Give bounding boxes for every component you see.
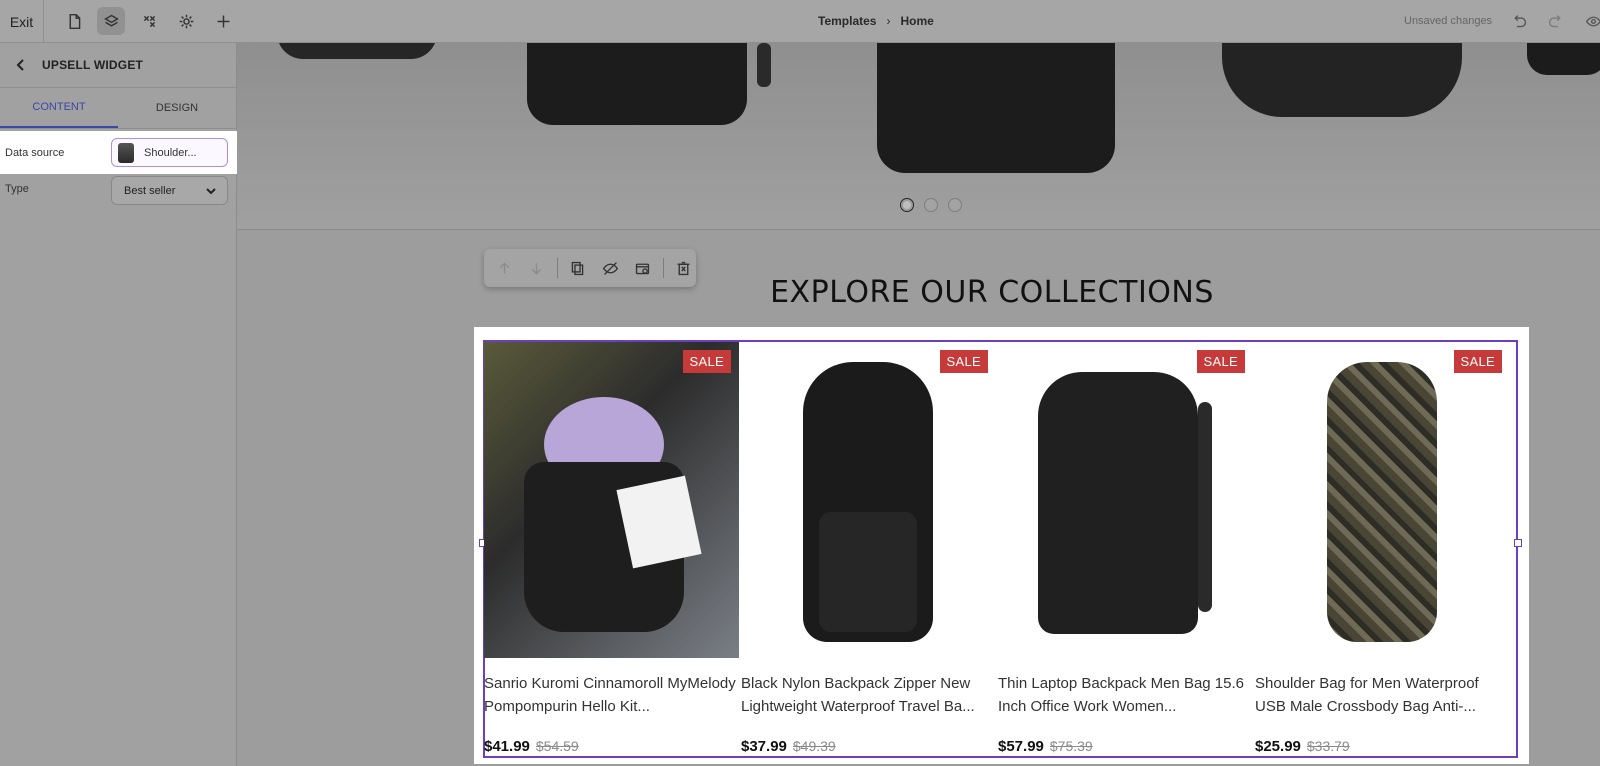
product-name[interactable]: Sanrio Kuromi Cinnamoroll MyMelody Pompo…	[484, 672, 736, 718]
section-title: EXPLORE OUR COLLECTIONS	[770, 275, 1214, 310]
slider-dot[interactable]	[923, 198, 938, 212]
page-icon[interactable]	[60, 7, 88, 35]
breadcrumb-home: Home	[900, 14, 934, 28]
top-bar: Exit Templates › Home Unsaved changes	[0, 0, 1600, 43]
breadcrumb: Templates › Home	[818, 14, 934, 28]
sale-badge: SALE	[682, 350, 731, 373]
sale-badge: SALE	[1196, 350, 1245, 373]
price-current: $41.99	[484, 738, 530, 755]
product-price: $41.99 $54.59	[484, 738, 579, 755]
slider-dot[interactable]	[899, 198, 914, 212]
type-value: Best seller	[124, 184, 176, 197]
panel-title: UPSELL WIDGET	[42, 58, 144, 72]
sale-badge: SALE	[939, 350, 988, 373]
hero-bag-image	[1527, 43, 1600, 75]
undo-icon[interactable]	[1508, 10, 1530, 32]
product-card[interactable]: SALE Sanrio Kuromi Cinnamoroll MyMelody …	[484, 342, 739, 762]
panel-header: UPSELL WIDGET	[0, 43, 236, 88]
slider-dots	[237, 198, 1600, 212]
breadcrumb-templates[interactable]: Templates	[818, 14, 876, 28]
data-source-value: Shoulder...	[144, 146, 197, 159]
backpack-pocket	[819, 512, 917, 632]
sling-bag-shape	[1327, 362, 1437, 642]
product-price: $57.99 $75.39	[998, 738, 1093, 755]
product-name[interactable]: Shoulder Bag for Men Waterproof USB Male…	[1255, 672, 1507, 718]
type-select[interactable]: Best seller	[111, 176, 228, 205]
product-image	[1255, 342, 1510, 658]
price-current: $25.99	[1255, 738, 1301, 755]
editor-canvas: EXPLORE OUR COLLECTIONS SALE Sanrio Kuro…	[237, 43, 1600, 766]
settings-panel: UPSELL WIDGET CONTENT DESIGN Data source…	[0, 43, 237, 766]
card-tag-shape	[616, 475, 702, 569]
tab-design[interactable]: DESIGN	[118, 88, 236, 128]
backpack-shape	[1038, 372, 1198, 634]
price-original: $54.59	[535, 738, 579, 754]
product-image	[998, 342, 1253, 658]
save-status: Unsaved changes	[1404, 15, 1493, 27]
price-original: $33.79	[1306, 738, 1350, 754]
add-icon[interactable]	[209, 7, 237, 35]
chevron-right-icon: ›	[886, 14, 891, 28]
layers-icon[interactable]	[97, 7, 125, 35]
back-arrow-icon[interactable]	[14, 58, 28, 72]
widgets-icon[interactable]	[135, 7, 163, 35]
sale-badge: SALE	[1453, 350, 1502, 373]
data-source-label: Data source	[5, 147, 65, 159]
price-original: $75.39	[1049, 738, 1093, 754]
price-current: $37.99	[741, 738, 787, 755]
product-image	[741, 342, 996, 658]
hero-bag-image	[1222, 43, 1462, 117]
panel-tabs: CONTENT DESIGN	[0, 88, 236, 129]
product-card[interactable]: SALE Shoulder Bag for Men Waterproof USB…	[1255, 342, 1510, 762]
data-source-picker[interactable]: Shoulder...	[111, 138, 228, 167]
product-name[interactable]: Thin Laptop Backpack Men Bag 15.6 Inch O…	[998, 672, 1250, 718]
redo-icon[interactable]	[1544, 10, 1566, 32]
product-card[interactable]: SALE Black Nylon Backpack Zipper New Lig…	[741, 342, 996, 762]
hero-bag-image	[277, 43, 437, 59]
gear-icon[interactable]	[172, 7, 200, 35]
product-card[interactable]: SALE Thin Laptop Backpack Men Bag 15.6 I…	[998, 342, 1253, 762]
tab-content[interactable]: CONTENT	[0, 88, 118, 128]
type-label: Type	[5, 183, 29, 195]
exit-button[interactable]: Exit	[0, 0, 44, 43]
product-price: $37.99 $49.39	[741, 738, 836, 755]
resize-handle[interactable]	[1514, 539, 1522, 547]
hero-bag-image	[527, 43, 747, 125]
preview-eye-icon[interactable]	[1582, 10, 1600, 32]
hero-bag-strap	[757, 43, 771, 87]
upsell-widget[interactable]: SALE Sanrio Kuromi Cinnamoroll MyMelody …	[474, 327, 1529, 764]
slider-dot[interactable]	[947, 198, 962, 212]
product-thumbnail	[118, 142, 134, 163]
product-image	[484, 342, 739, 658]
data-source-row: Data source Shoulder...	[0, 131, 237, 174]
chevron-down-icon	[205, 185, 217, 197]
price-current: $57.99	[998, 738, 1044, 755]
price-original: $49.39	[792, 738, 836, 754]
hero-slider	[237, 43, 1600, 230]
backpack-strap	[1198, 402, 1212, 612]
product-name[interactable]: Black Nylon Backpack Zipper New Lightwei…	[741, 672, 993, 718]
hero-bag-image	[877, 43, 1115, 173]
product-price: $25.99 $33.79	[1255, 738, 1350, 755]
